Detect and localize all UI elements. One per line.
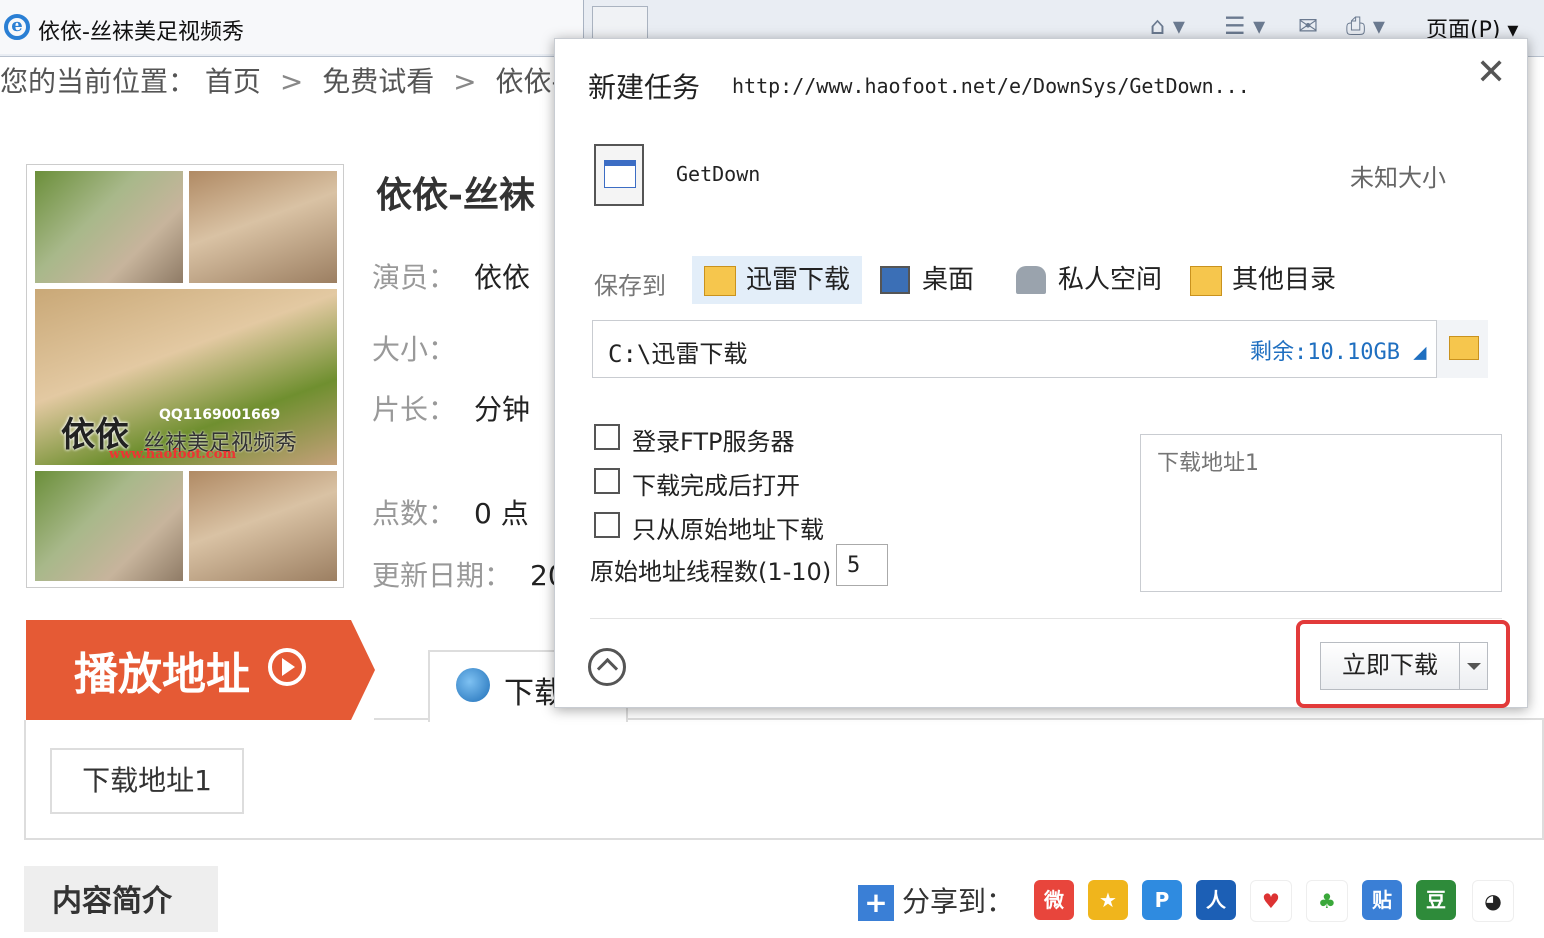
breadcrumb-prefix: 您的当前位置： — [0, 65, 197, 98]
folder-icon — [704, 266, 736, 296]
download-now-button[interactable]: 立即下载 — [1320, 642, 1460, 690]
ie-logo-icon: e — [4, 14, 30, 40]
weibo-icon[interactable]: 微 — [1034, 880, 1074, 920]
mail-icon[interactable]: ✉ — [1298, 12, 1318, 40]
save-option-label: 私人空间 — [1058, 265, 1163, 295]
save-option-label: 其他目录 — [1232, 265, 1337, 295]
print-icon[interactable]: ⎙ ▾ — [1346, 12, 1385, 40]
thumbnail-frame — [35, 171, 183, 283]
pengyou-icon[interactable]: P — [1142, 880, 1182, 920]
content-intro-tab[interactable]: 内容简介 — [24, 866, 218, 932]
file-name[interactable]: GetDown — [676, 162, 760, 186]
download-address-field[interactable] — [1140, 434, 1502, 592]
file-size: 未知大小 — [1350, 164, 1446, 192]
video-thumbnail[interactable]: 依依 QQ1169001669 丝袜美足视频秀 www.haofoot.com — [26, 164, 344, 588]
renren-icon[interactable]: 人 — [1196, 880, 1236, 920]
save-path-value: C:\迅雷下载 — [608, 340, 748, 368]
ftp-login-checkbox[interactable] — [594, 424, 620, 450]
original-only-label: 只从原始地址下载 — [632, 516, 824, 544]
dialog-url: http://www.haofoot.net/e/DownSys/GetDown… — [732, 74, 1250, 98]
actor-value[interactable]: 依依 — [474, 261, 530, 294]
actor-label: 演员： — [372, 261, 457, 294]
globe-download-icon — [456, 668, 490, 702]
ftp-login-label: 登录FTP服务器 — [632, 428, 795, 456]
breadcrumb-separator: > — [279, 65, 304, 98]
date-row: 更新日期： 20 — [372, 554, 566, 594]
length-row: 片长： 分钟 — [372, 388, 530, 428]
tab-title: 依依-丝袜美足视频秀 — [38, 20, 244, 45]
kaixin-icon[interactable]: ♥ — [1250, 880, 1292, 922]
home-icon[interactable]: ⌂ ▾ — [1150, 12, 1185, 40]
qq-icon[interactable]: ◕ — [1472, 880, 1514, 922]
rss-feed-icon[interactable]: ☰ ▾ — [1224, 12, 1265, 40]
thumbnail-frame — [189, 471, 337, 581]
share-label: 分享到： — [902, 885, 1015, 918]
download-link-1[interactable]: 下载地址1 — [50, 748, 244, 814]
date-label: 更新日期： — [372, 559, 513, 592]
video-title: 依依-丝袜 — [376, 174, 535, 216]
breadcrumb-home[interactable]: 首页 — [205, 65, 261, 98]
watermark-url: www.haofoot.com — [109, 447, 237, 462]
save-option-private-space[interactable]: 私人空间 — [1004, 256, 1174, 304]
threads-label: 原始地址线程数(1-10) — [590, 558, 832, 586]
browse-folder-button[interactable] — [1436, 320, 1488, 378]
save-option-label: 迅雷下载 — [746, 265, 851, 295]
file-icon — [594, 144, 644, 206]
tieba-icon[interactable]: 贴 — [1362, 880, 1402, 920]
close-icon[interactable]: ✕ — [1476, 52, 1506, 93]
desktop-icon — [880, 266, 910, 294]
thumbnail-frame — [189, 171, 337, 283]
save-option-label: 桌面 — [922, 265, 975, 295]
length-value: 分钟 — [474, 393, 531, 426]
share-bar: + 分享到： — [858, 880, 1014, 921]
save-option-other-dir[interactable]: 其他目录 — [1178, 256, 1348, 304]
size-row: 大小： — [372, 328, 456, 368]
size-label: 大小： — [372, 333, 457, 366]
actor-row: 演员： 依依 — [372, 256, 530, 296]
thumbnail-frame — [35, 471, 183, 581]
save-to-label: 保存到 — [594, 272, 666, 300]
save-option-desktop[interactable]: 桌面 — [868, 256, 986, 304]
douban-icon[interactable]: 豆 — [1416, 880, 1456, 920]
open-after-download-checkbox[interactable] — [594, 468, 620, 494]
play-header-arrow — [351, 620, 375, 720]
breadcrumb: 您的当前位置： 首页 > 免费试看 > 依依-丝 — [0, 60, 590, 100]
dialog-divider — [590, 618, 1502, 619]
points-value: 0 点 — [474, 497, 529, 530]
watermark-qq: QQ1169001669 — [159, 407, 281, 423]
play-section-title: 播放地址 — [74, 649, 250, 700]
breadcrumb-separator: > — [453, 65, 477, 98]
dialog-title: 新建任务 — [588, 71, 701, 104]
points-row: 点数： 0 点 — [372, 492, 529, 532]
collapse-icon[interactable] — [588, 648, 626, 686]
breadcrumb-free-preview[interactable]: 免费试看 — [322, 65, 434, 98]
browser-tab[interactable]: e 依依-丝袜美足视频秀 — [0, 0, 584, 54]
safe-icon — [1016, 266, 1046, 294]
length-label: 片长： — [372, 393, 457, 426]
plus-icon[interactable]: + — [858, 885, 894, 921]
save-option-xunlei[interactable]: 迅雷下载 — [692, 256, 863, 304]
download-options-dropdown[interactable] — [1460, 642, 1488, 690]
play-circle-icon — [268, 648, 306, 686]
free-space[interactable]: 剩余:10.10GB ◢ — [1250, 334, 1426, 366]
folder-icon — [1190, 266, 1222, 296]
qzone-icon[interactable]: ★ — [1088, 880, 1128, 920]
clover-icon[interactable]: ♣ — [1306, 880, 1348, 922]
play-section-body — [24, 720, 1544, 840]
points-label: 点数： — [372, 497, 457, 530]
original-only-checkbox[interactable] — [594, 512, 620, 538]
threads-input[interactable] — [836, 544, 888, 586]
thumbnail-main-frame: 依依 QQ1169001669 丝袜美足视频秀 www.haofoot.com — [35, 289, 337, 465]
folder-icon — [1449, 336, 1479, 360]
open-after-download-label: 下载完成后打开 — [632, 472, 800, 500]
